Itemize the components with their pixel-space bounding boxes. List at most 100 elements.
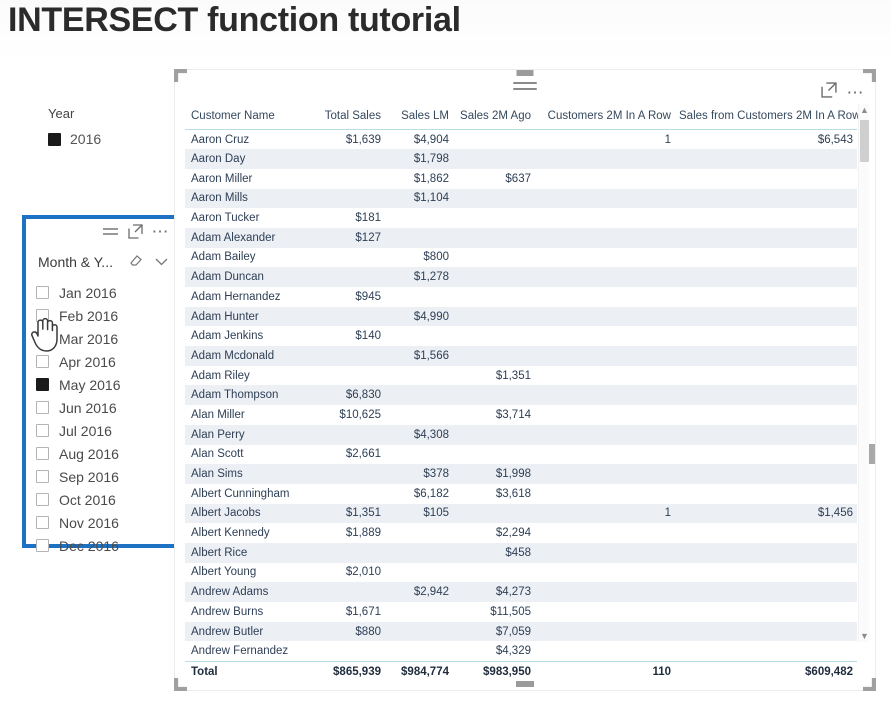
month-checkbox[interactable] (36, 539, 49, 552)
table-row[interactable]: Adam Hernandez $945 (185, 287, 857, 307)
month-slicer-item[interactable]: Aug 2016 (36, 442, 176, 465)
table-row[interactable]: Andrew Adams $2,942 $4,273 (185, 582, 857, 602)
cell-value (317, 424, 385, 445)
table-body[interactable]: Aaron Cruz $1,639 $4,904 1 $6,543 Aaron Day $1… (185, 130, 857, 662)
table-row[interactable]: Albert Cunningham $6,182 $3,618 (185, 484, 857, 504)
table-row[interactable]: Adam Duncan $1,278 (185, 267, 857, 287)
month-checkbox[interactable] (36, 447, 49, 460)
visual-resize-nub-top[interactable] (516, 70, 534, 76)
cell-value (453, 287, 535, 307)
month-slicer-item[interactable]: Feb 2016 (36, 304, 176, 327)
cell-value (453, 385, 535, 406)
visual-corner-top-left (174, 69, 187, 82)
cell-customer-name: Adam Riley (191, 369, 250, 382)
table-row[interactable]: Aaron Mills $1,104 (185, 188, 857, 209)
year-slicer-option-2016[interactable]: 2016 (48, 131, 168, 147)
filter-menu-icon[interactable] (102, 226, 119, 237)
cell-value (317, 582, 385, 602)
cell-value: $6,830 (317, 385, 385, 406)
cell-value (535, 641, 675, 661)
cell-value (535, 523, 675, 543)
table-row[interactable]: Andrew Fernandez $4,329 (185, 641, 857, 661)
table-row[interactable]: Aaron Day $1,798 (185, 149, 857, 169)
total-label: Total (185, 660, 317, 684)
table-row[interactable]: Andrew Burns $1,671 $11,505 (185, 602, 857, 622)
month-checkbox[interactable] (36, 424, 49, 437)
table-row[interactable]: Albert Jacobs $1,351 $105 1 $1,456 (185, 503, 857, 524)
table-row[interactable]: Adam Riley $1,351 (185, 366, 857, 386)
cell-value (675, 208, 857, 228)
scrollbar-thumb[interactable] (860, 120, 869, 162)
table-row[interactable]: Aaron Tucker $181 (185, 208, 857, 228)
table-row[interactable]: Albert Young $2,010 (185, 563, 857, 583)
column-header[interactable]: Total Sales (317, 108, 385, 130)
month-checkbox[interactable] (36, 516, 49, 529)
table-row[interactable]: Adam Jenkins $140 (185, 326, 857, 346)
month-slicer-item[interactable]: Dec 2016 (36, 534, 176, 557)
month-slicer-list[interactable]: Jan 2016 Feb 2016 Mar 2016 Apr 2016 May 2016… (26, 275, 176, 557)
table-row[interactable]: Adam Mcdonald $1,566 (185, 346, 857, 366)
table-visual[interactable]: ⋯ Customer Name Total Sales Sales LM Sales … (174, 69, 876, 691)
eraser-clear-icon[interactable] (129, 253, 143, 272)
table-row[interactable]: Alan Sims $378 $1,998 (185, 464, 857, 484)
cell-value (535, 188, 675, 209)
column-header[interactable]: Sales LM (385, 108, 453, 130)
cell-value: $6,182 (413, 487, 449, 500)
more-options-icon[interactable]: ⋯ (152, 223, 171, 240)
cell-value: $880 (317, 621, 385, 642)
month-slicer-item[interactable]: Nov 2016 (36, 511, 176, 534)
table-row[interactable]: Adam Thompson $6,830 (185, 385, 857, 406)
year-slicer[interactable]: Year 2016 (48, 106, 168, 147)
visual-resize-nub-bottom[interactable] (516, 681, 534, 687)
focus-mode-icon[interactable] (820, 82, 837, 103)
month-checkbox[interactable] (36, 309, 49, 322)
month-checkbox[interactable] (36, 470, 49, 483)
column-header[interactable]: Customer Name (185, 108, 317, 130)
month-slicer-item[interactable]: Apr 2016 (36, 350, 176, 373)
table-drag-handle-icon[interactable] (513, 78, 537, 94)
chevron-down-icon[interactable] (155, 253, 168, 271)
cell-customer-name: Alan Scott (191, 448, 244, 461)
cell-value (675, 169, 857, 189)
more-options-icon[interactable]: ⋯ (847, 84, 866, 101)
table-row[interactable]: Alan Perry $4,308 (185, 424, 857, 445)
column-header[interactable]: Sales 2M Ago (453, 108, 535, 130)
cell-value (675, 621, 857, 642)
month-checkbox[interactable] (36, 355, 49, 368)
table-row[interactable]: Aaron Miller $1,862 $637 (185, 169, 857, 189)
focus-mode-icon[interactable] (127, 224, 143, 239)
table-row[interactable]: Alan Miller $10,625 $3,714 (185, 405, 857, 425)
table-row[interactable]: Aaron Cruz $1,639 $4,904 1 $6,543 (185, 130, 857, 150)
visual-resize-nub-right[interactable] (869, 444, 875, 464)
month-slicer-item[interactable]: Jan 2016 (36, 281, 176, 304)
table-vertical-scrollbar[interactable]: ▲ ▼ (858, 104, 869, 642)
table-row[interactable]: Adam Bailey $800 (185, 248, 857, 268)
month-slicer-item[interactable]: May 2016 (36, 373, 176, 396)
scroll-down-arrow-icon[interactable]: ▼ (859, 630, 870, 642)
table-row[interactable]: Albert Rice $458 (185, 542, 857, 563)
year-checkbox-2016[interactable] (48, 132, 61, 146)
cell-value (675, 248, 857, 268)
table-row[interactable]: Andrew Butler $880 $7,059 (185, 621, 857, 642)
month-year-slicer[interactable]: ⋯ Month & Y... Jan 2016 Feb 2016 Mar 2016 A… (22, 215, 180, 554)
scroll-up-arrow-icon[interactable]: ▲ (859, 104, 870, 116)
table-row[interactable]: Albert Kennedy $1,889 $2,294 (185, 523, 857, 543)
month-checkbox[interactable] (36, 401, 49, 414)
data-table[interactable]: Customer Name Total Sales Sales LM Sales 2M… (185, 108, 861, 684)
month-checkbox[interactable] (36, 332, 49, 345)
cell-value (535, 445, 675, 465)
month-checkbox[interactable] (36, 286, 49, 299)
month-slicer-item[interactable]: Mar 2016 (36, 327, 176, 350)
month-slicer-item[interactable]: Jun 2016 (36, 396, 176, 419)
table-row[interactable]: Alan Scott $2,661 (185, 445, 857, 465)
month-slicer-item[interactable]: Sep 2016 (36, 465, 176, 488)
cell-customer-name: Aaron Miller (191, 172, 253, 185)
month-checkbox[interactable] (36, 493, 49, 506)
month-slicer-item[interactable]: Oct 2016 (36, 488, 176, 511)
table-row[interactable]: Adam Alexander $127 (185, 227, 857, 248)
column-header[interactable]: Customers 2M In A Row (535, 108, 675, 130)
column-header[interactable]: Sales from Customers 2M In A Row (675, 108, 861, 130)
month-slicer-item[interactable]: Jul 2016 (36, 419, 176, 442)
table-row[interactable]: Adam Hunter $4,990 (185, 306, 857, 327)
month-checkbox[interactable] (36, 378, 49, 391)
